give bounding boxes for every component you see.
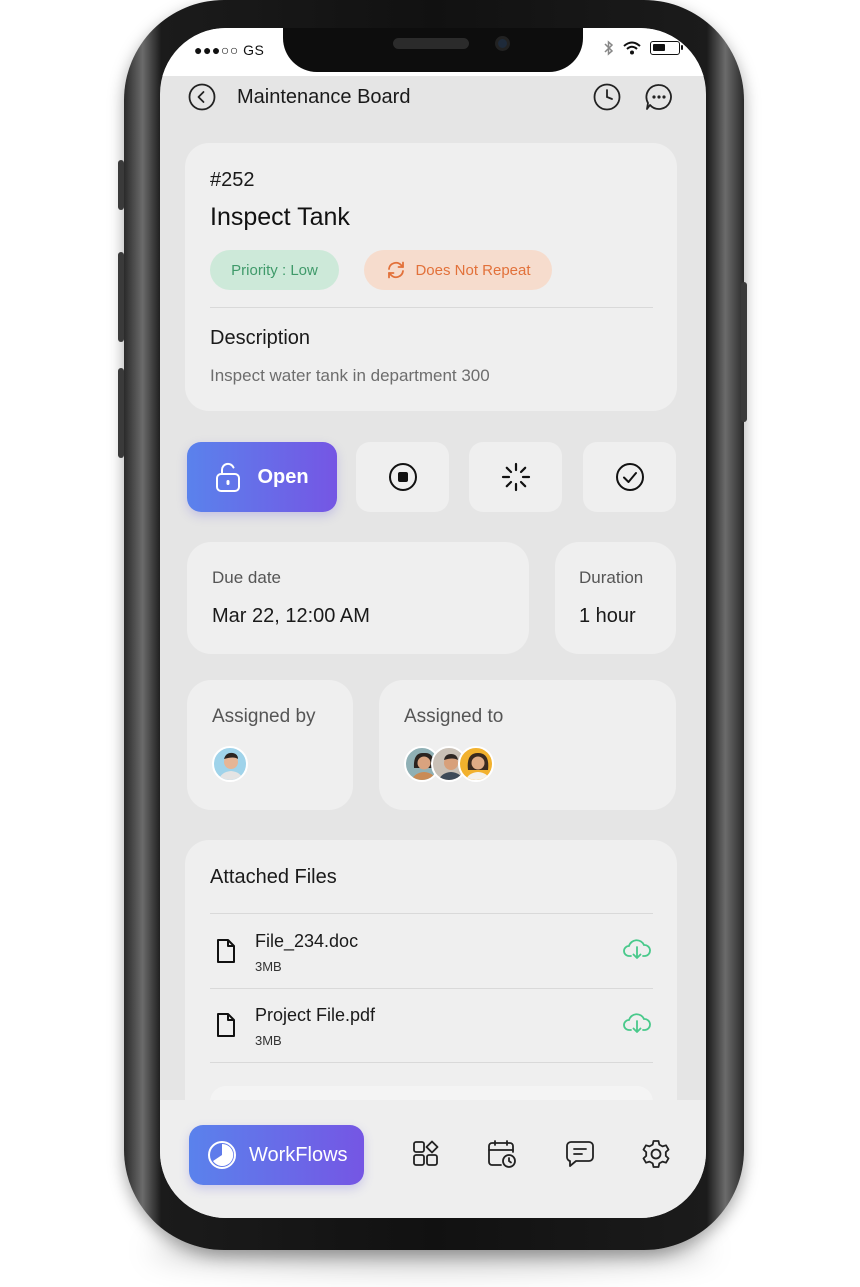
chat-button[interactable] [644, 82, 674, 112]
settings-gear-icon [642, 1140, 670, 1168]
volume-down-button [118, 368, 124, 458]
cloud-download-icon[interactable] [623, 1012, 651, 1034]
priority-badge: Priority : Low [210, 250, 339, 290]
message-icon [566, 1141, 594, 1167]
app-header: Maintenance Board [160, 76, 706, 128]
task-title: Inspect Tank [210, 203, 350, 231]
status-open-button[interactable]: Open [187, 442, 337, 512]
chevron-left-icon [188, 83, 216, 111]
repeat-badge: Does Not Repeat [364, 250, 552, 290]
workflows-button[interactable]: WorkFlows [189, 1125, 364, 1185]
priority-label: Priority : Low [231, 261, 318, 279]
status-hold-button[interactable] [356, 442, 449, 512]
task-card: #252 Inspect Tank Priority : Low Does No… [185, 143, 677, 411]
battery-icon [650, 41, 683, 55]
duration-card: Duration 1 hour [555, 542, 676, 654]
person-avatar-icon [218, 752, 244, 780]
due-date-value: Mar 22, 12:00 AM [212, 605, 370, 627]
mute-switch [118, 160, 124, 210]
back-button[interactable] [187, 82, 217, 112]
status-indicators [604, 40, 683, 56]
workflows-icon [208, 1141, 236, 1169]
assigned-to-label: Assigned to [404, 706, 504, 727]
front-camera [495, 36, 510, 51]
file-row[interactable]: Project File.pdf 3MB [185, 988, 679, 1062]
duration-value: 1 hour [579, 605, 636, 627]
file-row[interactable]: File_234.doc 3MB [185, 914, 679, 988]
avatar[interactable] [458, 746, 494, 782]
status-progress-button[interactable] [469, 442, 562, 512]
nav-messages[interactable] [564, 1138, 596, 1170]
task-number: #252 [210, 169, 255, 191]
assigned-by-label: Assigned by [212, 706, 316, 727]
assigned-to-card: Assigned to [379, 680, 676, 810]
carrier-label: ●●●○○ GS [194, 42, 265, 58]
volume-up-button [118, 252, 124, 342]
description-heading: Description [210, 327, 311, 349]
files-divider [210, 1062, 653, 1063]
speaker-grille [393, 38, 469, 49]
due-date-label: Due date [212, 568, 281, 587]
check-circle-icon [615, 463, 644, 491]
card-divider [210, 307, 653, 308]
repeat-icon [388, 261, 405, 279]
bottom-nav: WorkFlows [160, 1100, 706, 1218]
file-icon [217, 939, 235, 963]
lock-open-icon [216, 462, 241, 492]
chat-bubble-icon [645, 84, 672, 110]
avatar[interactable] [212, 746, 248, 782]
file-name: Project File.pdf [255, 1005, 376, 1025]
bluetooth-icon [604, 40, 614, 56]
due-date-card: Due date Mar 22, 12:00 AM [187, 542, 529, 654]
history-button[interactable] [592, 82, 622, 112]
open-label: Open [257, 465, 309, 488]
nav-apps[interactable] [410, 1138, 442, 1170]
file-size: 3MB [255, 1033, 282, 1048]
nav-settings[interactable] [640, 1138, 672, 1170]
attached-files-heading: Attached Files [210, 866, 337, 888]
page-title: Maintenance Board [237, 86, 411, 108]
calendar-clock-icon [488, 1140, 516, 1168]
notch [283, 28, 583, 72]
phone-screen: ●●●○○ GS Maintenance Board #252 Inspect … [160, 28, 706, 1218]
clock-icon [593, 83, 621, 111]
file-icon [217, 1013, 235, 1037]
file-name: File_234.doc [255, 931, 359, 951]
cloud-download-icon[interactable] [623, 938, 651, 960]
person-avatar-icon [465, 753, 491, 780]
repeat-label: Does Not Repeat [415, 261, 531, 279]
loading-spinner-icon [501, 462, 530, 492]
wifi-icon [623, 41, 641, 55]
duration-label: Duration [579, 568, 644, 587]
stop-circle-icon [388, 463, 417, 491]
file-size: 3MB [255, 959, 282, 974]
description-text: Inspect water tank in department 300 [210, 366, 490, 385]
workflows-label: WorkFlows [249, 1143, 348, 1166]
power-button [741, 282, 747, 422]
assigned-by-card: Assigned by [187, 680, 353, 810]
attached-files-card: Attached Files File_234.doc 3MB Project … [185, 840, 677, 1140]
status-done-button[interactable] [583, 442, 676, 512]
apps-grid-icon [413, 1140, 439, 1166]
nav-schedule[interactable] [486, 1138, 518, 1170]
